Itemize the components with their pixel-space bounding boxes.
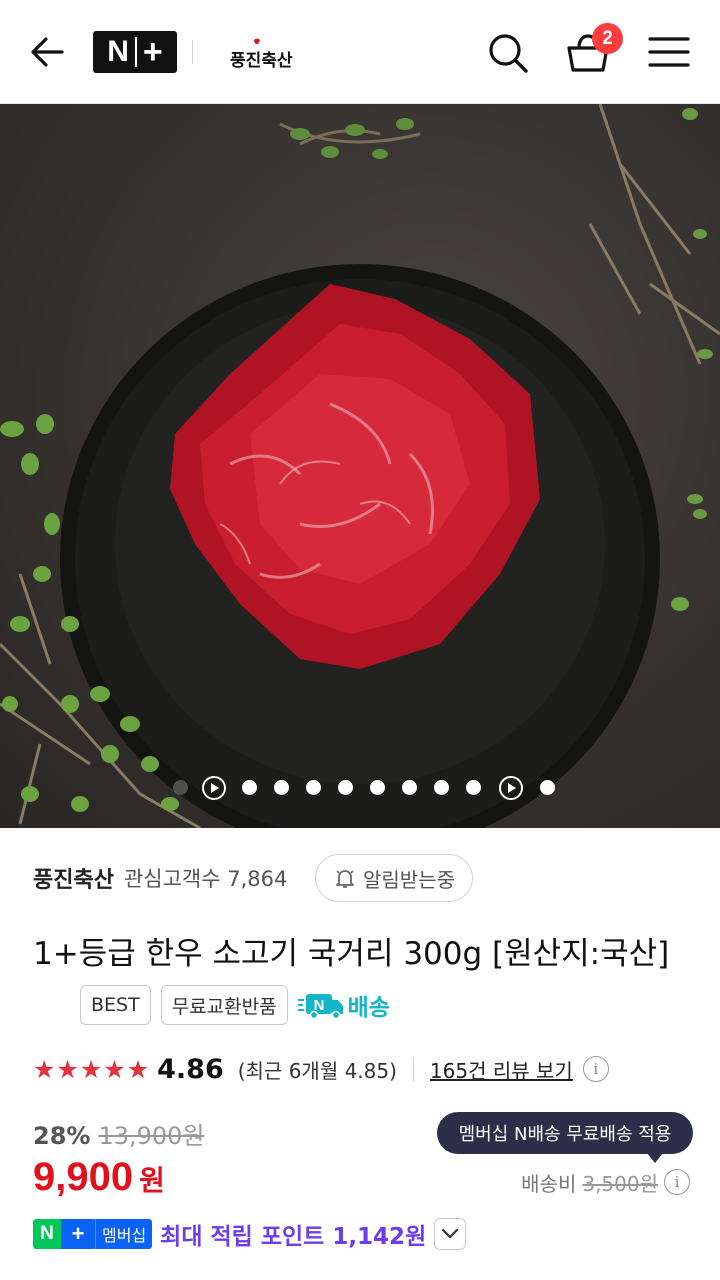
rating-score: 4.86 <box>157 1053 224 1085</box>
discount-rate: 28% <box>33 1122 91 1150</box>
nplus-store-logo[interactable]: N + <box>93 31 177 73</box>
price-value: 9,900 <box>33 1155 134 1199</box>
best-tag: BEST <box>80 985 151 1025</box>
gallery-dot[interactable] <box>370 780 385 795</box>
nplus-plus-sign: + <box>142 33 163 71</box>
cart-count-badge: 2 <box>592 23 623 54</box>
chevron-down-icon[interactable] <box>434 1218 467 1250</box>
free-shipping-tooltip: 멤버십 N배송 무료배송 적용 <box>437 1112 693 1163</box>
discount-row: 28% 13,900원 <box>33 1116 205 1152</box>
gallery-dot-video[interactable] <box>499 776 523 800</box>
product-badges: BEST 무료교환반품 N 배송 <box>80 984 390 1026</box>
points-row: N + 멤버십 최대 적립 포인트 1,142원 <box>33 1216 467 1252</box>
n-delivery-badge: N 배송 <box>297 988 390 1022</box>
star-icon: ★ <box>126 1054 150 1084</box>
search-icon[interactable] <box>486 31 530 75</box>
recent-rating: (최근 6개월 4.85) <box>237 1058 397 1083</box>
shipping-info-icon[interactable]: i <box>664 1169 690 1195</box>
original-price: 13,900원 <box>98 1122 205 1150</box>
delivery-n-letter: N <box>313 997 324 1014</box>
interest-count: 관심고객수 7,864 <box>123 867 288 891</box>
bell-icon <box>336 870 354 888</box>
gallery-dot-video[interactable] <box>202 776 226 800</box>
np-plus-sign: + <box>61 1219 95 1249</box>
back-arrow-icon[interactable] <box>28 32 68 72</box>
max-points-text: 최대 적립 포인트 1,142원 <box>160 1224 427 1250</box>
gallery-dot[interactable] <box>242 780 257 795</box>
gallery-dot[interactable] <box>466 780 481 795</box>
gallery-dot[interactable] <box>540 780 555 795</box>
shipping-fee: 3,500원 <box>582 1171 658 1196</box>
delivery-label: 배송 <box>347 995 390 1021</box>
nplus-membership-badge: N + 멤버십 <box>33 1219 153 1249</box>
star-icon: ★ <box>33 1054 56 1084</box>
alarm-subscribe-button[interactable]: 알림받는중 <box>315 854 473 902</box>
star-rating: ★ ★ ★ ★ ★ <box>33 1057 149 1082</box>
store-info-row: 풍진축산 관심고객수 7,864 <box>33 854 287 902</box>
store-logo[interactable]: 풍진축산 <box>230 36 294 72</box>
rating-row: ★ ★ ★ ★ ★ 4.86 (최근 6개월 4.85) 165건 리뷰 보기 … <box>33 1048 609 1090</box>
alarm-button-label: 알림받는중 <box>363 867 455 892</box>
gallery-dot[interactable] <box>402 780 417 795</box>
nplus-divider <box>134 37 137 67</box>
shipping-label: 배송비 <box>521 1171 577 1196</box>
np-n-letter: N <box>33 1219 61 1249</box>
store-logo-text: 풍진축산 <box>230 51 293 71</box>
np-membership-label: 멤버십 <box>95 1219 153 1249</box>
rating-divider <box>412 1057 414 1081</box>
delivery-truck-icon: N <box>297 994 343 1019</box>
gallery-pagination-dots <box>0 776 720 800</box>
header-divider <box>192 40 193 64</box>
star-icon: ★ <box>103 1054 126 1084</box>
product-photo <box>0 104 720 828</box>
review-link[interactable]: 165건 리뷰 보기 <box>430 1055 573 1084</box>
gallery-dot[interactable] <box>434 780 449 795</box>
price-unit: 원 <box>139 1164 165 1197</box>
gallery-dot[interactable] <box>306 780 321 795</box>
shipping-fee-row: 배송비 3,500원 i <box>521 1166 690 1198</box>
gallery-dot[interactable] <box>173 780 188 795</box>
star-icon: ★ <box>56 1054 79 1084</box>
top-header: N + 풍진축산 2 <box>0 0 720 104</box>
product-title: 1+등급 한우 소고기 국거리 300g [원산지:국산] <box>33 936 670 972</box>
gallery-dot[interactable] <box>338 780 353 795</box>
star-icon: ★ <box>79 1054 103 1084</box>
sale-price: 9,900 원 <box>33 1155 165 1207</box>
free-return-tag: 무료교환반품 <box>160 985 288 1025</box>
nplus-n-letter: N <box>107 35 129 68</box>
store-name-link[interactable]: 풍진축산 <box>33 862 114 894</box>
info-icon[interactable]: i <box>582 1056 609 1082</box>
product-image-gallery[interactable] <box>0 104 720 828</box>
hamburger-menu-icon[interactable] <box>648 34 690 70</box>
gallery-dot[interactable] <box>274 780 289 795</box>
